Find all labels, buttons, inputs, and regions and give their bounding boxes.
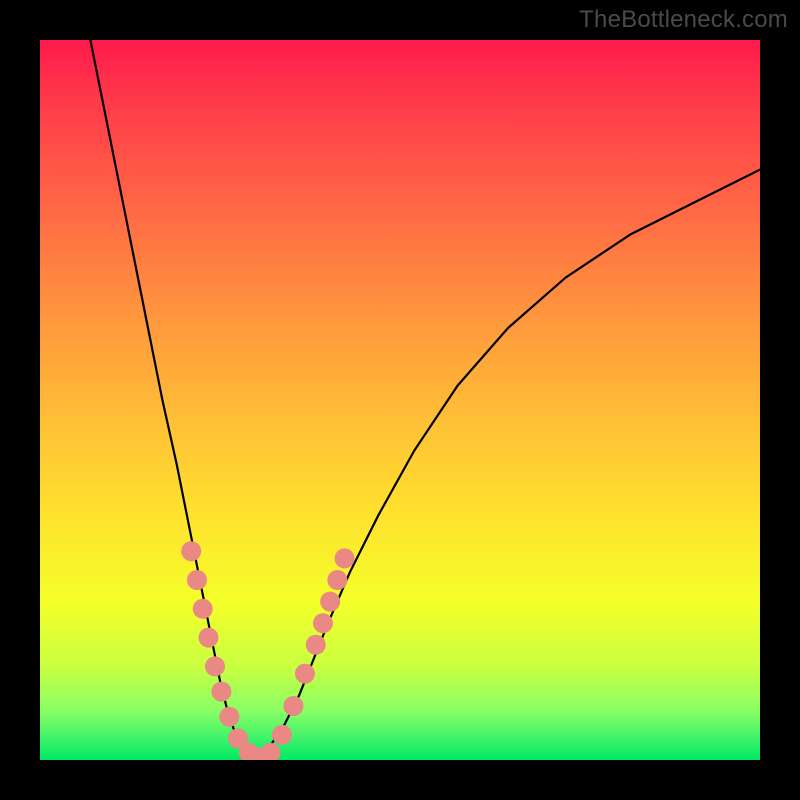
- highlighted-dot: [272, 725, 292, 745]
- highlighted-dot: [198, 628, 218, 648]
- highlighted-dot: [327, 570, 347, 590]
- bottleneck-curve-path: [90, 40, 760, 756]
- highlighted-dot: [219, 707, 239, 727]
- highlighted-dot: [193, 599, 213, 619]
- highlighted-dot: [260, 743, 280, 760]
- highlighted-dot: [211, 682, 231, 702]
- plot-area: [40, 40, 760, 760]
- highlighted-dot: [295, 664, 315, 684]
- highlighted-dots-group: [181, 541, 354, 760]
- highlighted-dot: [313, 613, 333, 633]
- highlighted-dot: [283, 696, 303, 716]
- highlighted-dot: [181, 541, 201, 561]
- chart-svg: [40, 40, 760, 760]
- highlighted-dot: [306, 635, 326, 655]
- highlighted-dot: [320, 592, 340, 612]
- highlighted-dot: [187, 570, 207, 590]
- watermark-label: TheBottleneck.com: [579, 6, 788, 34]
- highlighted-dot: [335, 548, 355, 568]
- chart-frame: TheBottleneck.com: [0, 0, 800, 800]
- highlighted-dot: [205, 656, 225, 676]
